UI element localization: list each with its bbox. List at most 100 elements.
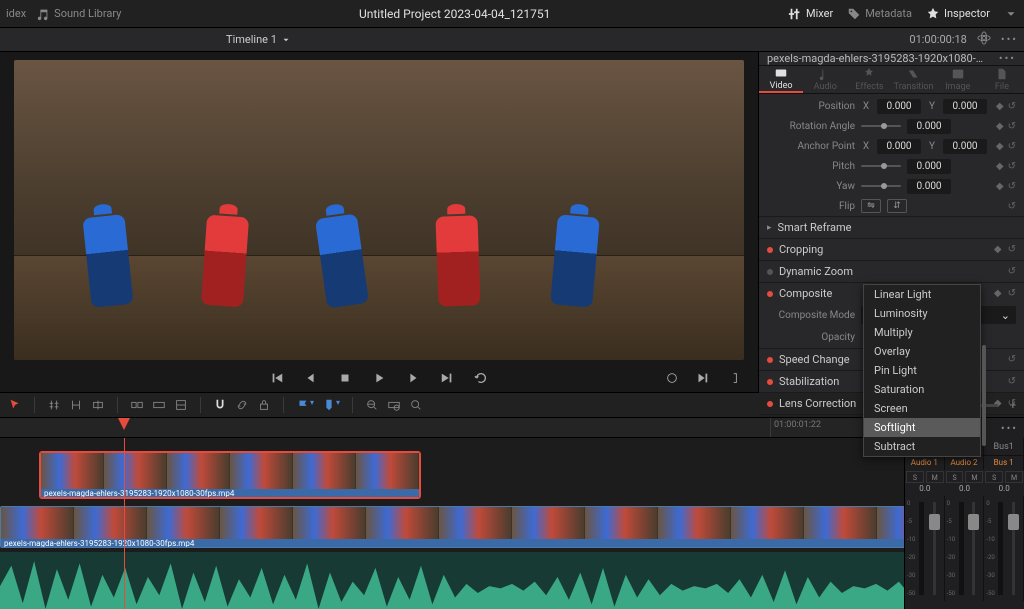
fader-knob-a1[interactable]: [929, 514, 940, 530]
inspector-tab-audio[interactable]: Audio: [803, 66, 847, 93]
mixer-bus-bus1[interactable]: Bus1: [984, 438, 1024, 455]
inspector-more-button[interactable]: •••: [999, 52, 1016, 65]
step-back-button[interactable]: [301, 368, 321, 388]
inspector-tab-image[interactable]: Image: [936, 66, 980, 93]
timeline-tab[interactable]: Timeline 1: [226, 33, 291, 46]
reset-button[interactable]: ↺: [1008, 121, 1016, 132]
section-dynamic-zoom[interactable]: Dynamic Zoom ↺: [759, 260, 1024, 282]
kf-add[interactable]: ◆: [996, 141, 1004, 152]
reset-button[interactable]: ↺: [1008, 161, 1016, 172]
clip-v2[interactable]: pexels-magda-ehlers-3195283-1920x1080-30…: [40, 452, 420, 498]
kf-add[interactable]: ◆: [996, 121, 1004, 132]
step-fwd-button[interactable]: [403, 368, 423, 388]
dynamic-trim-tool[interactable]: [69, 398, 83, 412]
match-frame-button[interactable]: [662, 368, 682, 388]
rotation-input[interactable]: 0.000: [907, 119, 951, 134]
composite-opt-pin-light[interactable]: Pin Light: [864, 361, 980, 380]
mark-out-button[interactable]: [722, 368, 742, 388]
inspector-toggle[interactable]: Inspector: [926, 7, 990, 21]
playhead[interactable]: [118, 418, 130, 430]
metadata-toggle[interactable]: Metadata: [847, 7, 912, 21]
enable-dot[interactable]: [767, 269, 773, 275]
mute-a2[interactable]: M: [965, 471, 983, 483]
anchor-x-input[interactable]: 0.000: [877, 139, 921, 154]
position-x-input[interactable]: 0.000: [877, 99, 921, 114]
inspector-tab-effects[interactable]: Effects: [847, 66, 891, 93]
composite-opt-luminosity[interactable]: Luminosity: [864, 304, 980, 323]
replace-button[interactable]: [174, 398, 188, 412]
insert-button[interactable]: [130, 398, 144, 412]
zoom-fit-button[interactable]: [365, 398, 379, 412]
timecode-display[interactable]: 01:00:00:18: [909, 33, 966, 46]
reset-button[interactable]: ↺: [1008, 181, 1016, 192]
zoom-custom-button[interactable]: [409, 398, 423, 412]
bypass-fx-button[interactable]: [977, 31, 991, 48]
enable-dot[interactable]: [767, 291, 773, 297]
section-smart-reframe[interactable]: ▸ Smart Reframe: [759, 216, 1024, 238]
index-toggle[interactable]: idex: [6, 7, 26, 20]
rotation-slider[interactable]: [861, 125, 901, 127]
reset-button[interactable]: ↺: [1008, 141, 1016, 152]
pitch-slider[interactable]: [861, 165, 901, 167]
enable-dot[interactable]: [767, 401, 773, 407]
composite-opt-multiply[interactable]: Multiply: [864, 323, 980, 342]
play-button[interactable]: [369, 368, 389, 388]
kf-add[interactable]: ◆: [996, 161, 1004, 172]
clip-v1[interactable]: pexels-magda-ehlers-3195283-1920x1080-30…: [0, 506, 1024, 548]
audio-clip-a1[interactable]: [0, 552, 1024, 609]
dropdown-scrollbar[interactable]: [982, 345, 986, 446]
selection-tool[interactable]: [8, 398, 22, 412]
enable-dot[interactable]: [767, 247, 773, 253]
anchor-y-input[interactable]: 0.000: [943, 139, 987, 154]
pitch-input[interactable]: 0.000: [907, 159, 951, 174]
zoom-detail-button[interactable]: [387, 398, 401, 412]
fader-knob-bus1[interactable]: [1008, 514, 1019, 530]
mute-a1[interactable]: M: [926, 471, 944, 483]
viewer-options-button[interactable]: •••: [1001, 33, 1018, 46]
reset-button[interactable]: ↺: [1008, 201, 1016, 212]
solo-a1[interactable]: S: [906, 471, 924, 483]
next-clip-button[interactable]: [692, 368, 712, 388]
solo-a2[interactable]: S: [946, 471, 964, 483]
section-cropping[interactable]: Cropping ◆↺: [759, 238, 1024, 260]
expand-toggle[interactable]: [1004, 7, 1018, 21]
composite-opt-overlay[interactable]: Overlay: [864, 342, 980, 361]
composite-opt-linear-light[interactable]: Linear Light: [864, 285, 980, 304]
kf-add[interactable]: ◆: [996, 181, 1004, 192]
fader-knob-a2[interactable]: [968, 514, 979, 530]
mute-bus1[interactable]: M: [1005, 471, 1023, 483]
yaw-input[interactable]: 0.000: [907, 179, 951, 194]
marker-button[interactable]: ▾: [322, 398, 340, 412]
position-y-input[interactable]: 0.000: [943, 99, 987, 114]
composite-opt-screen[interactable]: Screen: [864, 399, 980, 418]
composite-opt-softlight[interactable]: Softlight: [864, 418, 980, 437]
composite-opt-subtract[interactable]: Subtract: [864, 437, 980, 456]
jump-last-button[interactable]: [437, 368, 457, 388]
composite-opt-saturation[interactable]: Saturation: [864, 380, 980, 399]
kf-add[interactable]: ◆: [996, 101, 1004, 112]
reset-button[interactable]: ↺: [1008, 101, 1016, 112]
solo-bus1[interactable]: S: [985, 471, 1003, 483]
lock-toggle[interactable]: [257, 398, 271, 412]
flag-button[interactable]: ▾: [296, 398, 314, 412]
snap-toggle[interactable]: [213, 398, 227, 412]
preview-viewport[interactable]: [14, 60, 744, 360]
link-toggle[interactable]: [235, 398, 249, 412]
enable-dot[interactable]: [767, 357, 773, 363]
inspector-tab-file[interactable]: File: [980, 66, 1024, 93]
stop-button[interactable]: [335, 368, 355, 388]
flip-h-button[interactable]: ⇋: [861, 199, 881, 213]
inspector-tab-video[interactable]: Video: [759, 66, 803, 93]
flip-v-button[interactable]: ⇵: [887, 199, 907, 213]
inspector-tab-transition[interactable]: Transition: [892, 66, 936, 93]
yaw-slider[interactable]: [861, 185, 901, 187]
enable-dot[interactable]: [767, 379, 773, 385]
trim-tool[interactable]: [47, 398, 61, 412]
mixer-more-button[interactable]: •••: [1001, 422, 1018, 435]
overwrite-button[interactable]: [152, 398, 166, 412]
sound-library-toggle[interactable]: Sound Library: [36, 7, 121, 21]
jump-first-button[interactable]: [267, 368, 287, 388]
blade-tool[interactable]: [91, 398, 105, 412]
loop-button[interactable]: [471, 368, 491, 388]
mixer-toggle[interactable]: Mixer: [788, 7, 833, 21]
